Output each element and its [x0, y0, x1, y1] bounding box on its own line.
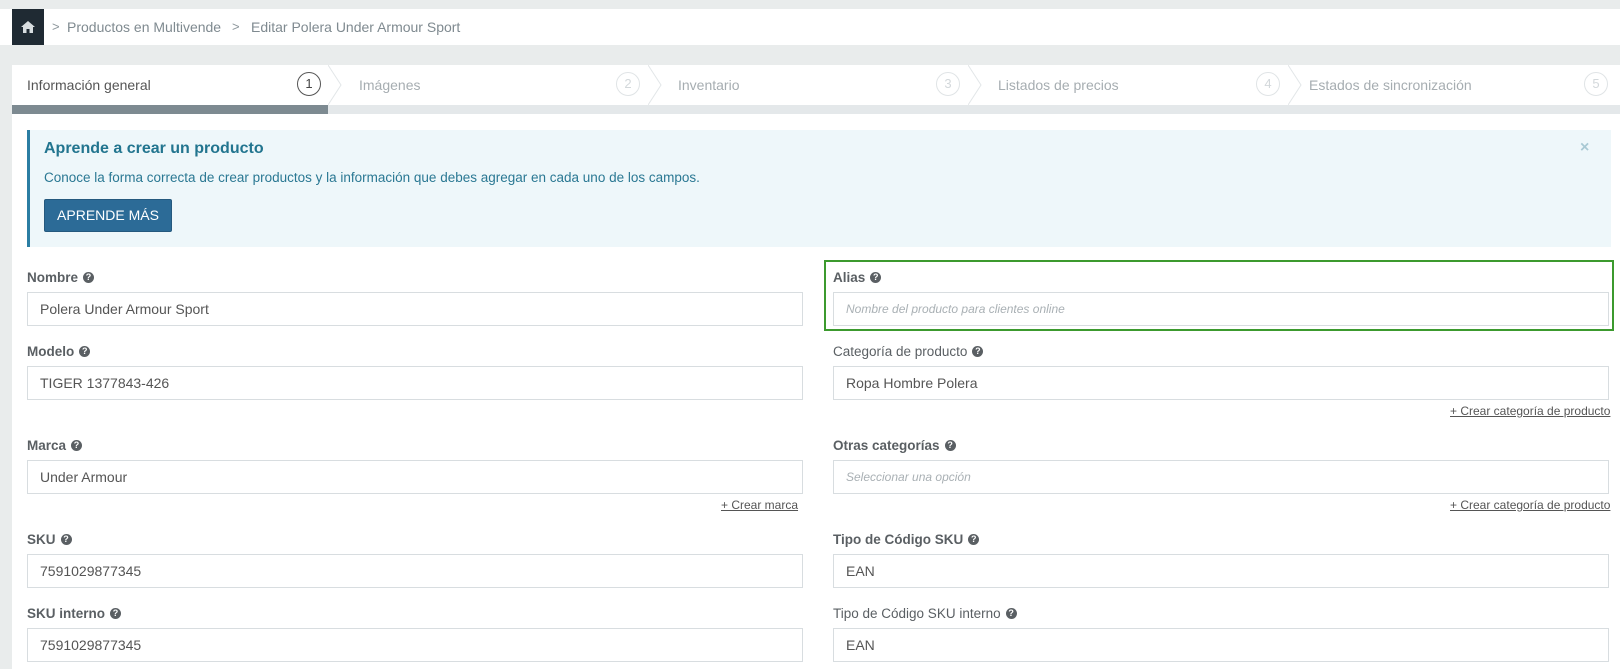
- crear-categoria-link[interactable]: + Crear categoría de producto: [1450, 404, 1610, 418]
- alias-input[interactable]: Nombre del producto para clientes online: [833, 292, 1609, 326]
- step-chevron-icon: [968, 65, 982, 105]
- crear-categoria-link-2[interactable]: + Crear categoría de producto: [1450, 498, 1610, 512]
- sku-label: SKU?: [27, 532, 72, 547]
- question-circle-icon[interactable]: ?: [972, 346, 984, 357]
- nombre-input[interactable]: Polera Under Armour Sport: [27, 292, 803, 326]
- step-number-3: 3: [936, 72, 960, 96]
- tab-imagenes[interactable]: Imágenes: [359, 65, 420, 105]
- marca-select[interactable]: Under Armour: [27, 460, 803, 494]
- home-icon: [21, 21, 35, 33]
- breadcrumb-item-current: Editar Polera Under Armour Sport: [251, 19, 461, 35]
- question-circle-icon[interactable]: ?: [870, 272, 882, 283]
- step-chevron-icon: [1288, 65, 1302, 105]
- info-callout: [27, 130, 1611, 247]
- categoria-select[interactable]: Ropa Hombre Polera: [833, 366, 1609, 400]
- step-chevron-icon: [328, 65, 342, 105]
- question-circle-icon[interactable]: ?: [110, 608, 122, 619]
- breadcrumb-separator: >: [232, 19, 240, 34]
- home-button[interactable]: [12, 9, 44, 45]
- step-number-1: 1: [297, 72, 321, 96]
- question-circle-icon[interactable]: ?: [968, 534, 980, 545]
- sku-input[interactable]: 7591029877345: [27, 554, 803, 588]
- step-number-5: 5: [1584, 72, 1608, 96]
- otras-categorias-label: Otras categorías?: [833, 438, 956, 453]
- tipo-sku-interno-label: Tipo de Código SKU interno?: [833, 606, 1017, 621]
- question-circle-icon[interactable]: ?: [79, 346, 91, 357]
- otras-categorias-select[interactable]: Seleccionar una opción: [833, 460, 1609, 494]
- tab-inventario[interactable]: Inventario: [678, 65, 739, 105]
- modelo-input[interactable]: TIGER 1377843-426: [27, 366, 803, 400]
- steps-progress-fill: [12, 105, 328, 114]
- step-chevron-icon: [648, 65, 662, 105]
- breadcrumb-separator: >: [52, 19, 60, 34]
- alias-label: Alias?: [833, 270, 882, 285]
- sku-interno-label: SKU interno?: [27, 606, 122, 621]
- nombre-label: Nombre?: [27, 270, 95, 285]
- marca-label: Marca?: [27, 438, 83, 453]
- callout-title: Aprende a crear un producto: [44, 140, 264, 157]
- breadcrumb: > Productos en Multivende > Editar Poler…: [0, 9, 1620, 45]
- categoria-label: Categoría de producto?: [833, 344, 984, 359]
- question-circle-icon[interactable]: ?: [944, 440, 956, 451]
- question-circle-icon[interactable]: ?: [83, 272, 95, 283]
- tab-listados-de-precios[interactable]: Listados de precios: [998, 65, 1119, 105]
- sku-interno-input[interactable]: 7591029877345: [27, 628, 803, 662]
- tab-informacion-general[interactable]: Información general: [27, 65, 151, 105]
- step-number-2: 2: [616, 72, 640, 96]
- question-circle-icon[interactable]: ?: [71, 440, 83, 451]
- modelo-label: Modelo?: [27, 344, 91, 359]
- aprende-mas-button[interactable]: APRENDE MÁS: [44, 199, 172, 232]
- question-circle-icon[interactable]: ?: [1005, 608, 1017, 619]
- close-icon[interactable]: ×: [1580, 139, 1589, 157]
- breadcrumb-item-productos[interactable]: Productos en Multivende: [67, 9, 221, 45]
- steps-bar: Información general 1 Imágenes 2 Inventa…: [12, 65, 1620, 105]
- tipo-sku-label: Tipo de Código SKU?: [833, 532, 980, 547]
- crear-marca-link[interactable]: + Crear marca: [721, 498, 798, 512]
- question-circle-icon[interactable]: ?: [60, 534, 72, 545]
- tipo-sku-select[interactable]: EAN: [833, 554, 1609, 588]
- tab-estados-de-sincronizacion[interactable]: Estados de sincronización: [1309, 65, 1472, 105]
- tipo-sku-interno-select[interactable]: EAN: [833, 628, 1609, 662]
- callout-text: Conoce la forma correcta de crear produc…: [44, 170, 700, 185]
- step-number-4: 4: [1256, 72, 1280, 96]
